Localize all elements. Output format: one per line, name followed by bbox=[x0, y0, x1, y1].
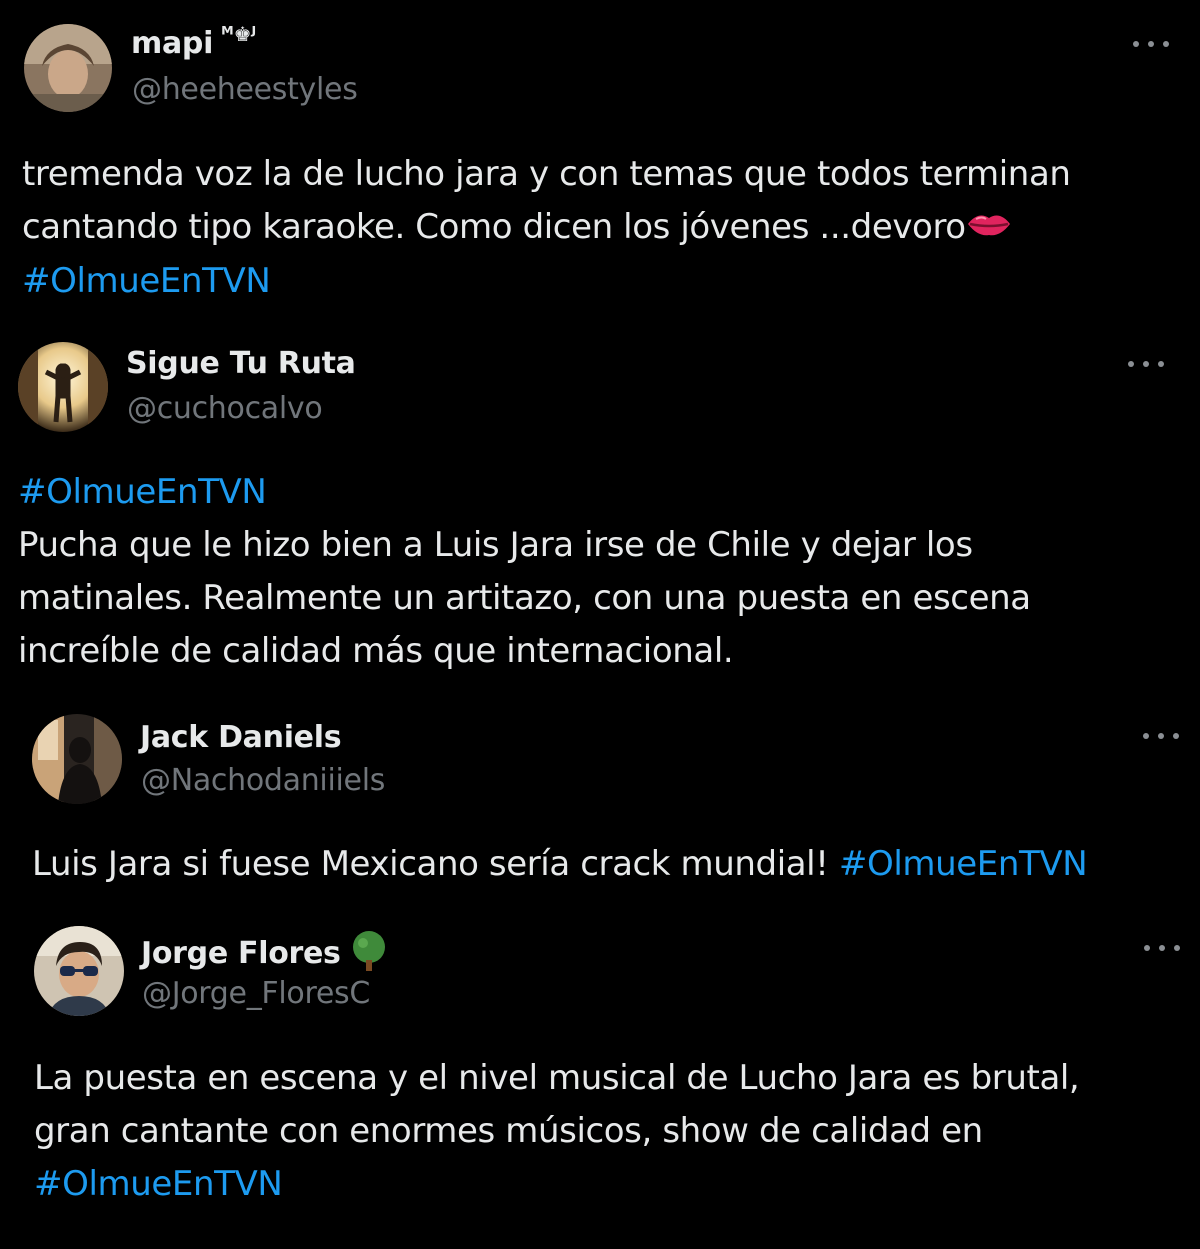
dot-icon bbox=[1133, 41, 1139, 47]
text-line: matinales. Realmente un artitazo, con un… bbox=[18, 578, 1031, 618]
tweet-3: Jack Daniels @Nachodaniiiels Luis Jara s… bbox=[0, 700, 1200, 910]
tweet-2: Sigue Tu Ruta @cuchocalvo #OlmueEnTVN Pu… bbox=[0, 320, 1200, 700]
handle[interactable]: @heeheestyles bbox=[132, 72, 358, 107]
avatar[interactable] bbox=[18, 342, 108, 432]
avatar[interactable] bbox=[32, 714, 122, 804]
author-name-row: Sigue Tu Ruta bbox=[126, 346, 356, 381]
dot-icon bbox=[1158, 733, 1164, 739]
author-name-row: Jack Daniels bbox=[140, 720, 342, 755]
avatar[interactable] bbox=[34, 926, 124, 1016]
dot-icon bbox=[1144, 945, 1150, 951]
tweet-text: #OlmueEnTVN Pucha que le hizo bien a Lui… bbox=[18, 466, 1031, 678]
text-line: cantando tipo karaoke. Como dicen los jó… bbox=[22, 207, 966, 247]
avatar-photo-icon bbox=[18, 342, 108, 432]
handle[interactable]: @Nachodaniiiels bbox=[141, 763, 385, 798]
more-options-button[interactable] bbox=[1143, 726, 1179, 746]
dot-icon bbox=[1128, 361, 1134, 367]
text-line: tremenda voz la de lucho jara y con tema… bbox=[22, 154, 1071, 194]
text-line: Luis Jara si fuese Mexicano sería crack … bbox=[32, 838, 1088, 891]
more-options-button[interactable] bbox=[1144, 938, 1180, 958]
display-name[interactable]: Jorge Flores bbox=[141, 936, 341, 971]
author-name-row: Jorge Flores bbox=[141, 930, 389, 976]
text-line: Pucha que le hizo bien a Luis Jara irse … bbox=[18, 525, 973, 565]
dot-icon bbox=[1158, 361, 1164, 367]
dot-icon bbox=[1143, 733, 1149, 739]
hashtag-link[interactable]: #OlmueEnTVN bbox=[34, 1158, 1079, 1211]
dot-icon bbox=[1148, 41, 1154, 47]
text-line: gran cantante con enormes músicos, show … bbox=[34, 1111, 983, 1151]
handle[interactable]: @Jorge_FloresC bbox=[142, 976, 370, 1011]
tree-icon bbox=[349, 930, 389, 976]
tweet-text: Luis Jara si fuese Mexicano sería crack … bbox=[32, 838, 1088, 891]
display-name[interactable]: Sigue Tu Ruta bbox=[126, 346, 356, 381]
avatar-photo-icon bbox=[34, 926, 124, 1016]
dot-icon bbox=[1159, 945, 1165, 951]
tweet-4: Jorge Flores @Jorge_FloresC La puesta en… bbox=[0, 910, 1200, 1249]
hashtag-link[interactable]: #OlmueEnTVN bbox=[22, 255, 1071, 308]
avatar-photo-icon bbox=[32, 714, 122, 804]
dot-icon bbox=[1174, 945, 1180, 951]
text-content: Luis Jara si fuese Mexicano sería crack … bbox=[32, 844, 829, 884]
hashtag-link[interactable]: #OlmueEnTVN bbox=[839, 844, 1088, 884]
lips-kiss-icon bbox=[966, 202, 1012, 255]
name-badge: ᴹ♚ᴶ bbox=[221, 21, 257, 46]
display-name[interactable]: Jack Daniels bbox=[140, 720, 342, 755]
dot-icon bbox=[1173, 733, 1179, 739]
tweet-text: La puesta en escena y el nivel musical d… bbox=[34, 1052, 1080, 1211]
text-line: La puesta en escena y el nivel musical d… bbox=[34, 1058, 1080, 1098]
more-options-button[interactable] bbox=[1128, 354, 1164, 374]
dot-icon bbox=[1163, 41, 1169, 47]
hashtag-link[interactable]: #OlmueEnTVN bbox=[18, 466, 1031, 519]
display-name[interactable]: mapi bbox=[131, 26, 213, 61]
avatar[interactable] bbox=[24, 24, 112, 112]
tweet-text: tremenda voz la de lucho jara y con tema… bbox=[22, 148, 1071, 308]
more-options-button[interactable] bbox=[1133, 34, 1169, 54]
dot-icon bbox=[1143, 361, 1149, 367]
text-line-with-emoji: cantando tipo karaoke. Como dicen los jó… bbox=[22, 201, 1071, 255]
text-line: increíble de calidad más que internacion… bbox=[18, 631, 734, 671]
handle[interactable]: @cuchocalvo bbox=[127, 391, 323, 426]
avatar-photo-icon bbox=[24, 24, 112, 112]
author-name-row: mapi ᴹ♚ᴶ bbox=[131, 22, 256, 62]
tweet-1: mapi ᴹ♚ᴶ @heeheestyles tremenda voz la d… bbox=[0, 0, 1200, 320]
